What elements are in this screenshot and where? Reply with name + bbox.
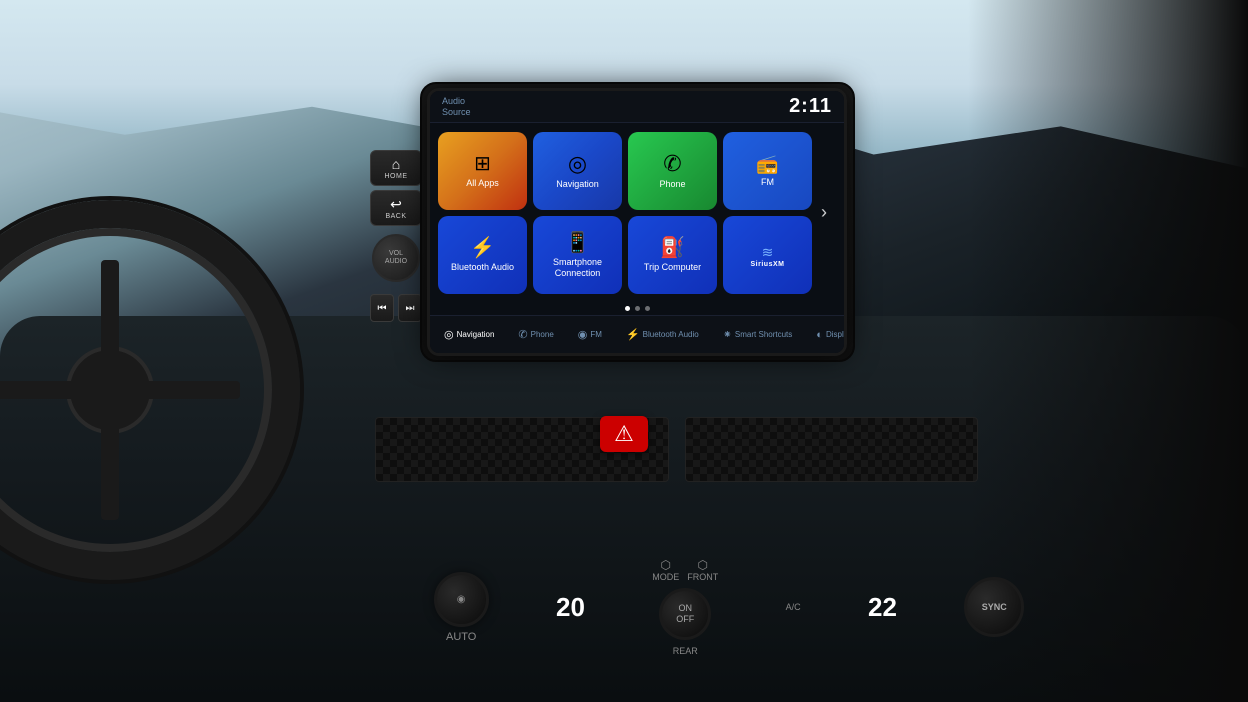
app-tile-siriusxm[interactable]: ≋ SiriusXM [723, 216, 812, 294]
rear-label-group: REAR [673, 646, 698, 656]
climate-left-group: ◉ AUTO [434, 572, 489, 643]
infotainment-screen: Audio Source 2:11 ⊞ All Apps ◎ Navigatio… [427, 88, 847, 356]
nav-item-bluetooth[interactable]: ⚡ Bluetooth Audio [620, 325, 705, 344]
front-icon: ⬡ [687, 558, 718, 572]
page-dot-3[interactable] [645, 306, 650, 311]
nav-navigation-icon: ◎ [444, 328, 454, 341]
steering-spoke-vertical [101, 260, 119, 519]
smartphone-icon: 📱 [565, 233, 590, 253]
mode-icon: ⬡ [652, 558, 679, 572]
nav-phone-label: Phone [531, 330, 554, 339]
vol-label: VOL AUDIO [385, 250, 407, 267]
app-grid: ⊞ All Apps ◎ Navigation ✆ Phone 📻 FM [438, 132, 812, 294]
back-button[interactable]: ↩ BACK [370, 190, 422, 226]
sirius-wave-icon: ≋ [762, 244, 774, 261]
screen-header: Audio Source 2:11 [430, 91, 844, 123]
home-label: HOME [385, 173, 408, 180]
bluetooth-icon: ⚡ [470, 238, 495, 258]
smartphone-label: Smartphone Connection [537, 257, 618, 279]
nav-item-fm[interactable]: ◉ FM [572, 325, 608, 344]
climate-left-temp: 20 [556, 592, 585, 623]
nav-fm-icon: ◉ [578, 328, 588, 341]
fm-icon: 📻 [756, 155, 778, 173]
mode-label: ⬡ MODE [652, 558, 679, 582]
home-icon: ⌂ [392, 157, 400, 171]
climate-right-temp: 22 [868, 592, 897, 623]
app-tile-fm[interactable]: 📻 FM [723, 132, 812, 210]
climate-center: ⬡ MODE ⬡ FRONT ONOFF REAR [652, 558, 718, 656]
climate-right-group: SYNC [964, 577, 1024, 637]
ac-label: A/C [786, 602, 801, 612]
phone-label: Phone [659, 179, 685, 190]
climate-center-buttons: ⬡ MODE ⬡ FRONT [652, 558, 718, 582]
navigation-label: Navigation [556, 179, 599, 190]
app-tile-phone[interactable]: ✆ Phone [628, 132, 717, 210]
page-dot-1[interactable] [625, 306, 630, 311]
navigation-icon: ◎ [568, 153, 587, 175]
app-tile-bluetooth[interactable]: ⚡ Bluetooth Audio [438, 216, 527, 294]
nav-shortcuts-label: Smart Shortcuts [735, 330, 792, 339]
temp-left-knob-indicator: ◉ [457, 594, 466, 605]
sync-knob[interactable]: SYNC [964, 577, 1024, 637]
next-track-button[interactable]: ⏭ [398, 294, 422, 322]
trip-computer-label: Trip Computer [644, 262, 701, 273]
fm-label: FM [761, 177, 774, 188]
nav-fm-label: FM [590, 330, 602, 339]
nav-navigation-label: Navigation [457, 330, 495, 339]
temp-left-knob[interactable]: ◉ [434, 572, 489, 627]
audio-source-label: Audio Source [442, 96, 471, 118]
page-indicator [430, 302, 844, 315]
temp-left-value: 20 [556, 592, 585, 623]
front-label: ⬡ FRONT [687, 558, 718, 582]
nav-item-display[interactable]: ◐ Display Mode [810, 326, 847, 344]
nav-display-icon: ◐ [816, 329, 823, 341]
vent-area [375, 412, 978, 487]
siriusxm-icon-group: ≋ SiriusXM [751, 244, 785, 268]
nav-bluetooth-label: Bluetooth Audio [643, 330, 699, 339]
app-tile-trip-computer[interactable]: ⛽ Trip Computer [628, 216, 717, 294]
nav-bluetooth-icon: ⚡ [626, 328, 640, 341]
on-off-label: ONOFF [676, 603, 694, 625]
home-button[interactable]: ⌂ HOME [370, 150, 422, 186]
all-apps-label: All Apps [466, 178, 499, 189]
steering-spoke-horizontal [0, 381, 240, 399]
nav-shortcuts-icon: ⁕ [723, 328, 732, 341]
bluetooth-label: Bluetooth Audio [451, 262, 514, 273]
nav-item-shortcuts[interactable]: ⁕ Smart Shortcuts [717, 325, 799, 344]
sync-label: SYNC [982, 602, 1007, 612]
physical-controls-panel: ⌂ HOME ↩ BACK VOL AUDIO ⏮ ⏭ [370, 150, 422, 322]
bottom-nav-bar: ◎ Navigation ✆ Phone ◉ FM ⚡ Bluetooth Au… [430, 315, 844, 353]
trip-computer-icon: ⛽ [660, 238, 685, 258]
nav-item-phone[interactable]: ✆ Phone [512, 325, 559, 344]
screen-clock: 2:11 [789, 95, 832, 118]
app-tile-smartphone[interactable]: 📱 Smartphone Connection [533, 216, 622, 294]
nav-display-label: Display Mode [826, 330, 847, 339]
back-label: BACK [385, 213, 406, 220]
media-controls: ⏮ ⏭ [370, 294, 422, 322]
auto-label: AUTO [434, 631, 489, 643]
grid-next-arrow[interactable]: › [812, 201, 836, 225]
app-tile-navigation[interactable]: ◎ Navigation [533, 132, 622, 210]
phone-icon: ✆ [663, 153, 681, 175]
app-tile-all-apps[interactable]: ⊞ All Apps [438, 132, 527, 210]
hazard-icon: ⚠ [614, 421, 634, 447]
climate-controls: ◉ AUTO 20 ⬡ MODE ⬡ FRONT ONOFF REAR A/C [400, 542, 1058, 672]
nav-item-navigation[interactable]: ◎ Navigation [438, 325, 500, 344]
nav-phone-icon: ✆ [518, 328, 527, 341]
all-apps-icon: ⊞ [474, 154, 491, 174]
screen-display: Audio Source 2:11 ⊞ All Apps ◎ Navigatio… [430, 91, 844, 353]
page-dot-2[interactable] [635, 306, 640, 311]
vol-audio-knob[interactable]: VOL AUDIO [372, 234, 420, 282]
fan-on-off-button[interactable]: ONOFF [659, 588, 711, 640]
hazard-button[interactable]: ⚠ [600, 416, 648, 452]
screen-content: ⊞ All Apps ◎ Navigation ✆ Phone 📻 FM [430, 123, 844, 353]
back-icon: ↩ [390, 197, 402, 211]
app-grid-area: ⊞ All Apps ◎ Navigation ✆ Phone 📻 FM [430, 123, 844, 302]
temp-right-value: 22 [868, 592, 897, 623]
prev-track-button[interactable]: ⏮ [370, 294, 394, 322]
ac-group: A/C [786, 602, 801, 612]
vent-right [685, 417, 979, 482]
siriusxm-text: SiriusXM [751, 261, 785, 268]
